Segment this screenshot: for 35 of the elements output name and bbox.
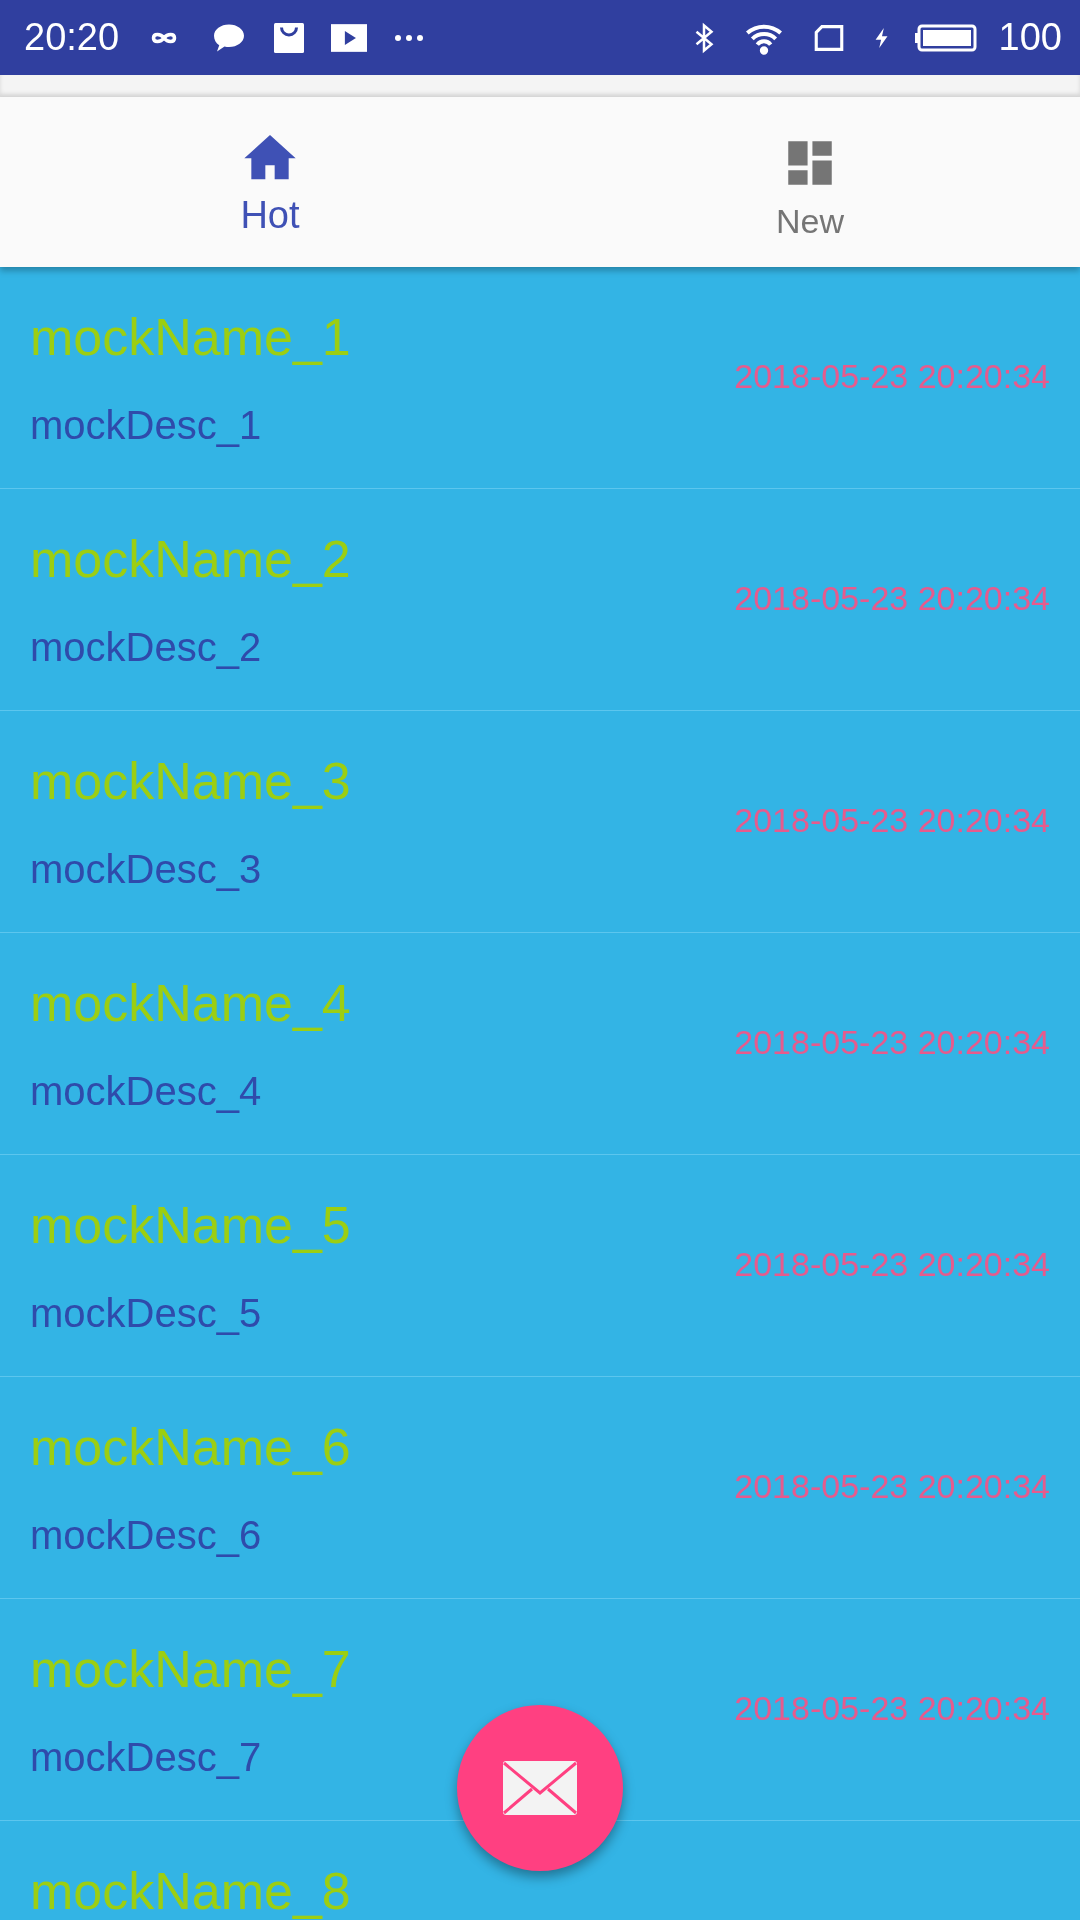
item-name: mockName_4 [30,973,351,1033]
tab[interactable]: New [540,97,1080,267]
list-item[interactable]: mockName_5 mockDesc_5 2018-05-23 20:20:34 [0,1155,1080,1377]
item-name: mockName_2 [30,529,351,589]
battery-percent: 100 [998,16,1062,59]
mail-button[interactable] [457,1705,623,1871]
item-description: mockDesc_7 [30,1735,262,1780]
item-name: mockName_6 [30,1417,351,1477]
item-name: mockName_8 [30,1861,351,1920]
list-item[interactable]: mockName_6 mockDesc_6 2018-05-23 20:20:34 [0,1377,1080,1599]
item-description: mockDesc_4 [30,1069,262,1114]
item-description: mockDesc_5 [30,1291,262,1336]
item-date: 2018-05-23 20:20:34 [734,579,1050,618]
item-name: mockName_5 [30,1195,351,1255]
envelope-icon [502,1760,578,1816]
item-date: 2018-05-23 20:20:34 [734,1023,1050,1062]
clock-time: 20:20 [24,16,120,59]
list-item[interactable]: mockName_4 mockDesc_4 2018-05-23 20:20:34 [0,933,1080,1155]
item-name: mockName_1 [30,307,351,367]
item-name: mockName_3 [30,751,351,811]
list-item[interactable]: mockName_1 mockDesc_1 2018-05-23 20:20:34 [0,267,1080,489]
item-description: mockDesc_3 [30,847,262,892]
tab[interactable]: Hot [0,97,540,267]
item-date: 2018-05-23 20:20:34 [734,357,1050,396]
item-description: mockDesc_6 [30,1513,262,1558]
item-date: 2018-05-23 20:20:34 [734,1245,1050,1284]
item-description: mockDesc_2 [30,625,262,670]
battery-icon [914,22,977,53]
item-description: mockDesc_1 [30,403,262,448]
item-date: 2018-05-23 20:20:34 [734,1467,1050,1506]
list-item[interactable]: mockName_2 mockDesc_2 2018-05-23 20:20:34 [0,489,1080,711]
item-date: 2018-05-23 20:20:34 [734,801,1050,840]
item-name: mockName_7 [30,1639,351,1699]
item-date: 2018-05-23 20:20:34 [734,1689,1050,1728]
list-item[interactable]: mockName_3 mockDesc_3 2018-05-23 20:20:34 [0,711,1080,933]
